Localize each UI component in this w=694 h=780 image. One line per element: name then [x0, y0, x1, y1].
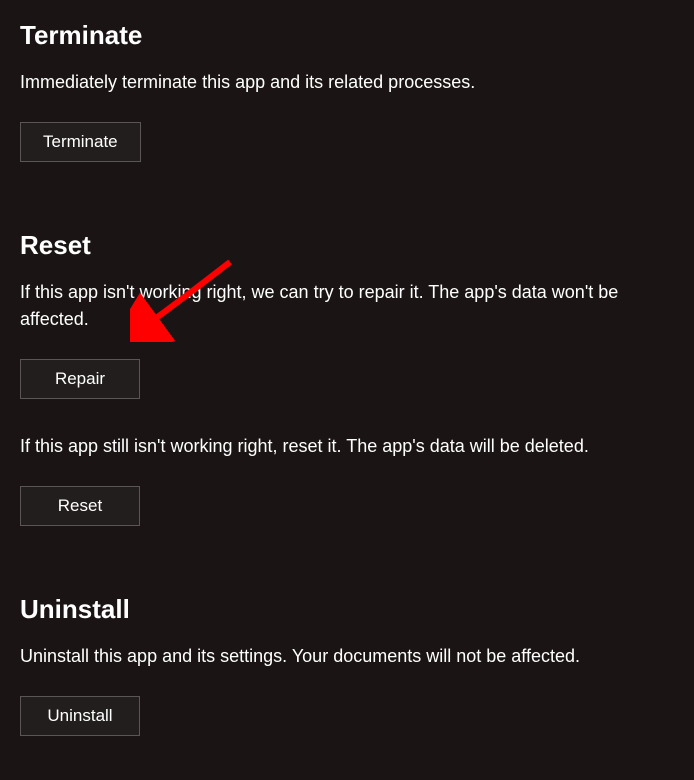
- reset-section: Reset If this app isn't working right, w…: [20, 230, 674, 526]
- uninstall-section: Uninstall Uninstall this app and its set…: [20, 594, 674, 736]
- repair-button[interactable]: Repair: [20, 359, 140, 399]
- terminate-button[interactable]: Terminate: [20, 122, 141, 162]
- terminate-heading: Terminate: [20, 20, 674, 51]
- reset-button[interactable]: Reset: [20, 486, 140, 526]
- terminate-description: Immediately terminate this app and its r…: [20, 69, 674, 96]
- reset-description: If this app still isn't working right, r…: [20, 433, 674, 460]
- uninstall-description: Uninstall this app and its settings. You…: [20, 643, 674, 670]
- reset-heading: Reset: [20, 230, 674, 261]
- repair-description: If this app isn't working right, we can …: [20, 279, 674, 333]
- uninstall-button[interactable]: Uninstall: [20, 696, 140, 736]
- terminate-section: Terminate Immediately terminate this app…: [20, 20, 674, 162]
- uninstall-heading: Uninstall: [20, 594, 674, 625]
